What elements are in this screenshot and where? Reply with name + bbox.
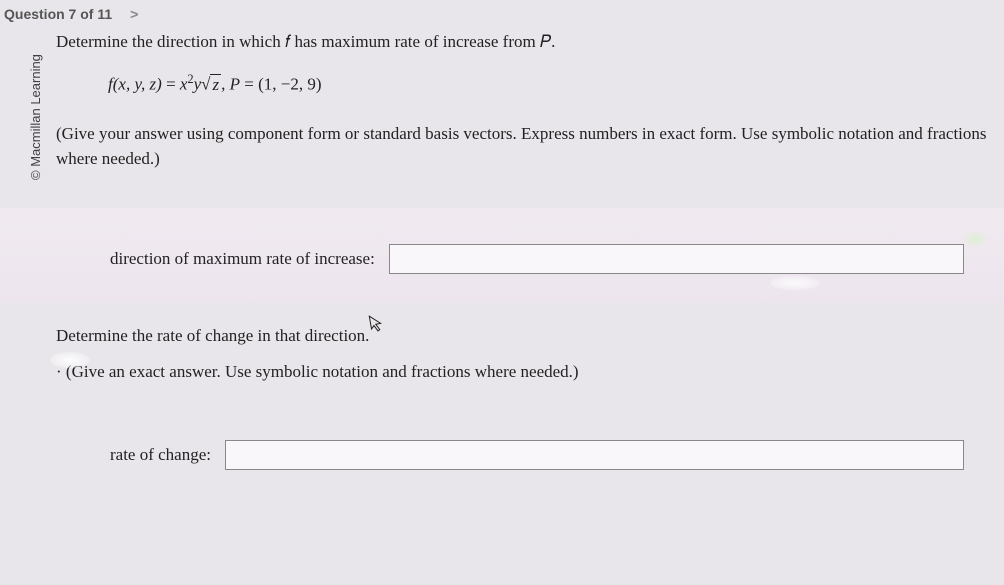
instructions-text: (Give your answer using component form o… (56, 121, 996, 172)
formula-comma: , (221, 75, 230, 94)
formula-y: y (194, 75, 202, 94)
rate-instructions: (Give an exact answer. Use symbolic nota… (56, 362, 964, 382)
formula-P: P (230, 75, 240, 94)
rate-label: rate of change: (110, 445, 211, 465)
formula-Pval: (1, −2, 9) (258, 75, 321, 94)
question-prompt: Determine the direction in which 𝑓 has m… (56, 32, 996, 52)
formula-Peq: = (240, 75, 258, 94)
copyright-label: © Macmillan Learning (28, 54, 43, 180)
formula-sqrt: z (210, 75, 221, 95)
question-header: Question 7 of 11 > (0, 0, 1004, 28)
formula-z: z (210, 74, 221, 94)
answer-block-1: direction of maximum rate of increase: (0, 208, 1004, 302)
question-indicator: Question 7 of 11 (4, 6, 112, 22)
formula-sqrt-symbol: √ (201, 75, 210, 94)
direction-input[interactable] (389, 244, 964, 274)
rate-input[interactable] (225, 440, 964, 470)
rate-question: Determine the rate of change in that dir… (56, 326, 964, 346)
formula-args: (x, y, z) (113, 75, 162, 94)
next-question-icon[interactable]: > (130, 6, 138, 22)
direction-label: direction of maximum rate of increase: (110, 249, 375, 269)
formula-eq: = (162, 75, 180, 94)
formula-display: f(x, y, z) = x2y√z, P = (1, −2, 9) (108, 72, 996, 95)
second-question-block: Determine the rate of change in that dir… (0, 302, 1004, 490)
